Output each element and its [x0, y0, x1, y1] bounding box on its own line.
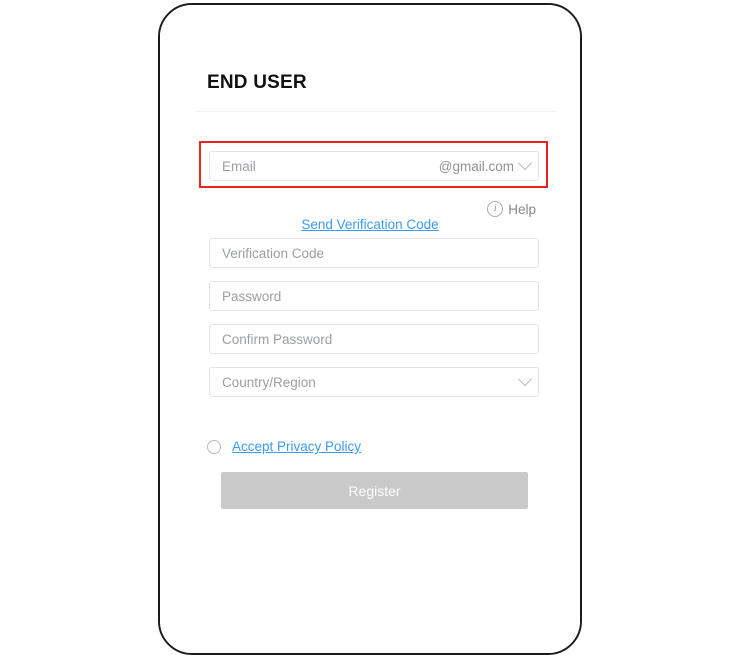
confirm-password-input[interactable] — [209, 324, 539, 354]
country-region-select[interactable] — [209, 367, 539, 397]
info-circle-icon: i — [487, 201, 504, 217]
country-region-row: * — [209, 367, 539, 397]
send-verification-code-link[interactable]: Send Verification Code — [160, 217, 580, 232]
privacy-policy-link[interactable]: Accept Privacy Policy — [232, 439, 361, 454]
page-title: END USER — [207, 72, 307, 93]
device-frame: END USER @gmail.com * i Help Send Verifi… — [158, 3, 582, 655]
chevron-down-icon — [517, 156, 533, 171]
help-row[interactable]: i Help — [487, 201, 536, 217]
help-label: Help — [508, 201, 536, 217]
email-domain-label: @gmail.com — [438, 158, 514, 174]
registration-screen: END USER @gmail.com * i Help Send Verifi… — [160, 5, 580, 653]
register-button[interactable]: Register — [221, 472, 528, 509]
title-divider — [197, 111, 557, 112]
password-input[interactable] — [209, 281, 539, 311]
accept-privacy-policy-checkbox[interactable] — [207, 439, 221, 454]
accept-privacy-policy-row: Accept Privacy Policy — [207, 439, 361, 454]
confirm-password-row: * — [209, 324, 539, 354]
verification-code-input[interactable] — [209, 238, 539, 268]
chevron-down-icon — [517, 372, 533, 387]
email-domain-selector[interactable]: @gmail.com — [438, 151, 533, 181]
email-field-row: @gmail.com * — [209, 151, 539, 181]
country-region-dropdown-toggle[interactable] — [517, 367, 533, 397]
password-row: * — [209, 281, 539, 311]
verification-code-row: * — [209, 238, 539, 268]
